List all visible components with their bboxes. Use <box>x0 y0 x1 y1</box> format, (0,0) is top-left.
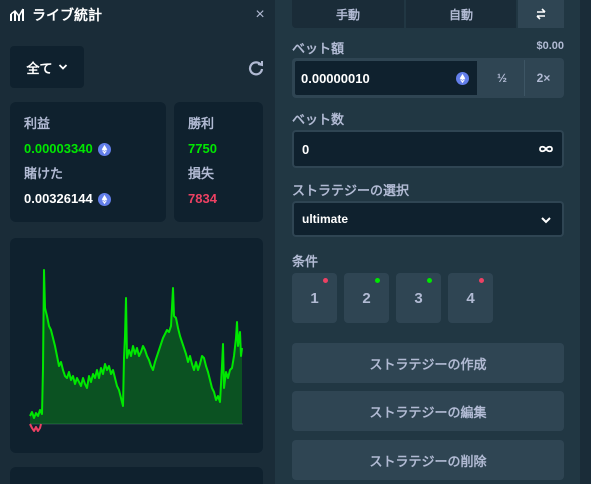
bet-count-label: ベット数 <box>292 112 345 127</box>
close-button[interactable]: × <box>250 4 270 26</box>
wins-label: 勝利 <box>188 116 215 131</box>
profit-label: 利益 <box>24 116 51 131</box>
conditions-label: 条件 <box>292 254 319 269</box>
live-stats-header: ライブ統計 × <box>10 4 270 26</box>
mode-tabs: 手動 自動 <box>292 0 564 28</box>
live-stats-title: ライブ統計 <box>32 7 102 23</box>
wagered-value: 0.00326144 <box>24 191 93 206</box>
bet-amount-usd: $0.00 <box>536 40 564 52</box>
half-bet-button[interactable]: ½ <box>482 60 522 96</box>
infinity-icon[interactable] <box>538 141 554 157</box>
ethereum-icon <box>456 72 469 85</box>
ethereum-icon <box>97 142 111 156</box>
strategy-select[interactable]: ultimate <box>292 201 564 237</box>
condition-button-1[interactable]: 1 <box>292 273 337 323</box>
condition-button-4[interactable]: 4 <box>448 273 493 323</box>
scrollbar-track[interactable] <box>580 0 591 484</box>
losses-label: 損失 <box>188 166 215 181</box>
condition-label: 3 <box>414 289 423 307</box>
chart-icon <box>10 8 24 21</box>
bet-amount-group: 0.00000010 ½ 2× <box>292 58 564 98</box>
condition-label: 1 <box>310 289 319 307</box>
condition-label: 4 <box>466 289 475 307</box>
filter-dropdown-label: 全て <box>26 60 53 76</box>
condition-button-2[interactable]: 2 <box>344 273 389 323</box>
profit-chart-svg <box>29 269 243 432</box>
chevron-down-icon <box>58 64 67 70</box>
filter-dropdown[interactable]: 全て <box>10 46 84 88</box>
bet-controls-panel: 手動 自動 ベット額 $0.00 0.00000010 ½ 2× ベット数 0 … <box>280 0 580 484</box>
profit-value: 0.00003340 <box>24 141 93 156</box>
tab-auto[interactable]: 自動 <box>404 0 516 28</box>
profit-row: 0.00003340 <box>24 141 152 157</box>
losses-value: 7834 <box>188 191 217 206</box>
condition-button-3[interactable]: 3 <box>396 273 441 323</box>
wins-value: 7750 <box>188 141 217 156</box>
wagered-label: 賭けた <box>24 166 64 181</box>
bet-amount-input[interactable]: 0.00000010 <box>294 60 478 96</box>
refresh-icon[interactable] <box>247 59 265 77</box>
condition-status-dot <box>479 278 484 283</box>
wins-losses-card: 勝利 7750 損失 7834 <box>174 102 263 222</box>
profit-area <box>30 270 242 424</box>
profit-card: 利益 0.00003340 賭けた 0.00326144 <box>10 102 166 222</box>
secondary-card <box>10 467 263 484</box>
create-strategy-button[interactable]: ストラテジーの作成 <box>292 343 564 383</box>
condition-status-dot <box>427 278 432 283</box>
strategy-select-value: ultimate <box>302 212 349 226</box>
live-stats-panel: ライブ統計 × 全て 利益 0.00003340 賭けた 0.00326144 <box>0 0 275 484</box>
condition-status-dot <box>323 278 328 283</box>
condition-status-dot <box>375 278 380 283</box>
ethereum-icon <box>97 192 111 206</box>
tab-manual[interactable]: 手動 <box>292 0 404 28</box>
chevron-down-icon <box>541 217 551 224</box>
edit-strategy-button[interactable]: ストラテジーの編集 <box>292 391 564 431</box>
swap-icon <box>536 8 546 20</box>
bet-amount-label: ベット額 <box>292 41 345 56</box>
bet-count-value: 0 <box>302 141 310 157</box>
profit-chart <box>10 238 263 453</box>
double-bet-button[interactable]: 2× <box>524 60 562 96</box>
condition-label: 2 <box>362 289 371 307</box>
bet-amount-value: 0.00000010 <box>301 70 370 86</box>
delete-strategy-button[interactable]: ストラテジーの削除 <box>292 440 564 480</box>
bet-count-input[interactable]: 0 <box>292 130 564 168</box>
loss-line <box>29 423 42 432</box>
wagered-row: 0.00326144 <box>24 191 152 207</box>
strategy-select-label: ストラテジーの選択 <box>292 183 410 198</box>
swap-button[interactable] <box>516 0 564 28</box>
